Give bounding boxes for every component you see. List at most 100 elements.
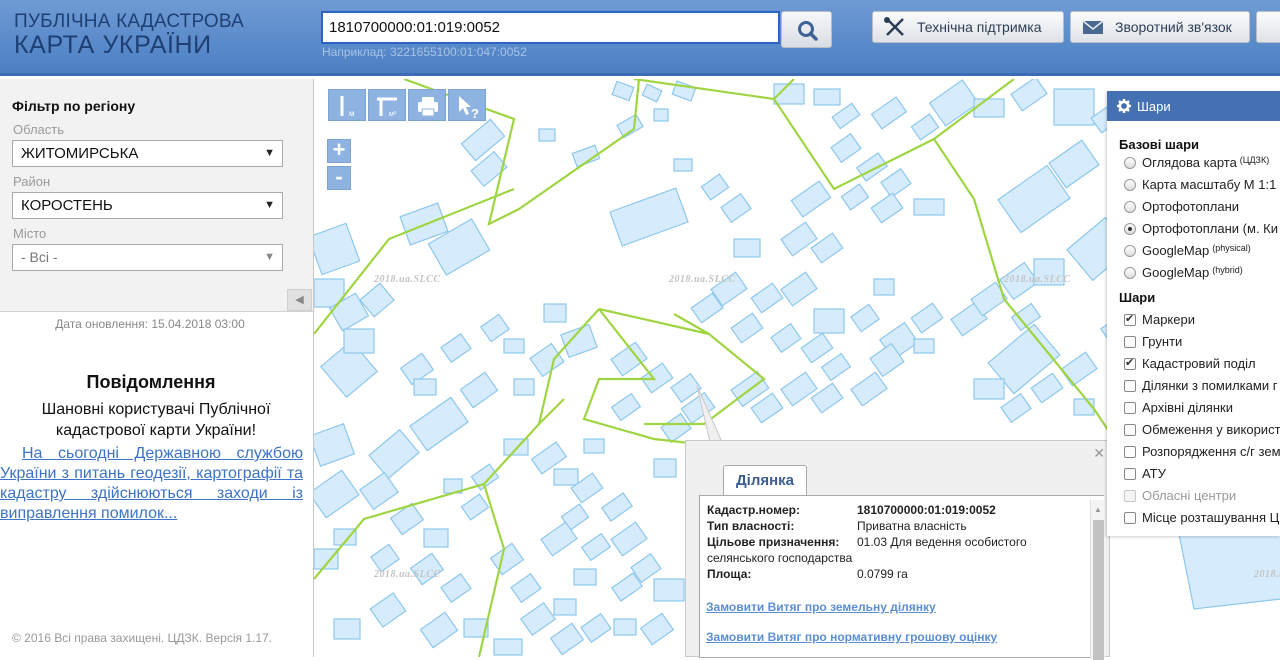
search-icon: [798, 21, 818, 41]
overlay-layer-label: Ділянки з помилками г: [1142, 378, 1278, 393]
base-layer-label: GoogleMap: [1142, 243, 1210, 258]
map-toolbar: м м² ?: [328, 89, 488, 121]
zoom-in-button[interactable]: +: [327, 139, 351, 163]
overlay-layers-title: Шари: [1119, 290, 1156, 305]
checkbox[interactable]: [1124, 356, 1136, 370]
area-value: 0.0799 га: [857, 567, 908, 581]
printer-icon: [418, 97, 438, 117]
checkbox[interactable]: [1124, 401, 1136, 414]
logo-line1: ПУБЛІЧНА КАДАСТРОВА: [14, 11, 245, 32]
checkbox[interactable]: [1124, 379, 1136, 392]
checkbox[interactable]: [1124, 445, 1136, 458]
base-layer-option[interactable]: Карта масштабу М 1:1: [1124, 177, 1276, 192]
base-layer-sup: (physical): [1212, 242, 1251, 253]
overlay-layer-label: Кадастровий поділ: [1142, 356, 1256, 371]
base-layer-option[interactable]: GoogleMap (physical): [1124, 243, 1251, 258]
ownership-value: Приватна власність: [857, 519, 967, 533]
misto-value: - Всі -: [21, 249, 58, 265]
notice-subtitle: Шановні користувачі Публічної кадастрово…: [41, 401, 271, 439]
popup-pointer: [696, 385, 723, 443]
checkbox[interactable]: [1124, 312, 1136, 326]
base-layer-label: GoogleMap: [1142, 265, 1210, 280]
purpose-value-cont: селянського господарства: [707, 551, 853, 565]
overlay-layer-option[interactable]: Місце розташування Ц: [1124, 510, 1279, 525]
map-watermark: 2018.ua.SLCC: [1254, 569, 1280, 580]
overlay-layer-option[interactable]: АТУ: [1124, 466, 1166, 481]
overlay-layer-option[interactable]: Кадастровий поділ: [1124, 356, 1256, 371]
cadnum-label: Кадастр.номер:: [707, 503, 800, 517]
cadnum-value: 1810700000:01:019:0052: [857, 503, 996, 517]
collapse-panel-button[interactable]: ◀: [287, 289, 312, 311]
radio-button[interactable]: [1124, 244, 1136, 257]
notice-link[interactable]: На сьогодні Державною службою України з …: [0, 444, 303, 524]
header-extra-button[interactable]: [1256, 11, 1280, 43]
overlay-layer-option[interactable]: Розпорядження с/г зем: [1124, 444, 1280, 459]
oblast-select[interactable]: ЖИТОМИРСЬКА ▼: [12, 140, 283, 167]
radio-button[interactable]: [1124, 156, 1136, 169]
checkbox[interactable]: [1124, 423, 1136, 436]
overlay-layer-label: Грунти: [1142, 334, 1183, 349]
radio-button[interactable]: [1124, 222, 1136, 235]
base-layer-option[interactable]: Ортофотоплани (м. Ки: [1124, 221, 1278, 236]
support-button[interactable]: Технічна підтримка: [872, 11, 1064, 43]
search-hint: Наприклад: 3221655100:01:047:0052: [322, 45, 527, 59]
layers-panel: Шари Базові шари Оглядова карта (ЦДЗК) Кар…: [1107, 91, 1280, 536]
base-layer-option[interactable]: Ортофотоплани: [1124, 199, 1239, 214]
header: ПУБЛІЧНА КАДАСТРОВА КАРТА УКРАЇНИ Наприк…: [0, 0, 1280, 76]
order-valuation-link[interactable]: Замовити Витяг про нормативну грошову оц…: [706, 630, 997, 644]
overlay-layer-option[interactable]: Грунти: [1124, 334, 1182, 349]
close-icon[interactable]: ✕: [1093, 445, 1105, 462]
ownership-label: Тип власності:: [707, 519, 795, 533]
region-filter: Фільтр по регіону Область ЖИТОМИРСЬКА ▼ …: [0, 79, 313, 312]
rayon-select[interactable]: КОРОСТЕНЬ ▼: [12, 192, 283, 219]
area-label: Площа:: [707, 567, 752, 581]
checkbox[interactable]: [1124, 511, 1136, 524]
scroll-up-icon[interactable]: ▲: [1094, 505, 1102, 514]
identify-button[interactable]: ?: [448, 89, 486, 121]
tab-parcel[interactable]: Ділянка: [723, 465, 807, 496]
base-layer-option[interactable]: GoogleMap (hybrid): [1124, 265, 1243, 280]
misto-select[interactable]: - Всі - ▼: [12, 244, 283, 271]
overlay-layer-option[interactable]: Архівні ділянки: [1124, 400, 1233, 415]
overlay-layer-option[interactable]: Обмеження у використ: [1124, 422, 1280, 437]
logo[interactable]: ПУБЛІЧНА КАДАСТРОВА КАРТА УКРАЇНИ: [14, 12, 244, 58]
map-watermark: 2018.ua.SLCC: [374, 569, 441, 580]
print-button[interactable]: [408, 89, 446, 121]
layers-header[interactable]: Шари: [1107, 91, 1280, 121]
scroll-thumb[interactable]: [1093, 520, 1104, 660]
dropdown-arrow-icon: ▼: [264, 147, 275, 159]
checkbox[interactable]: [1124, 467, 1136, 480]
search-input[interactable]: [321, 11, 780, 44]
copyright: © 2016 Всі права захищені. ЦДЗК. Версія …: [12, 631, 273, 645]
filter-title: Фільтр по регіону: [12, 98, 136, 114]
base-layer-option[interactable]: Оглядова карта (ЦДЗК): [1124, 155, 1269, 170]
overlay-layer-option[interactable]: Ділянки з помилками г: [1124, 378, 1277, 393]
notice-title: Повідомлення: [86, 372, 216, 392]
overlay-layer-label: Маркери: [1142, 312, 1195, 327]
overlay-layer-option[interactable]: Маркери: [1124, 312, 1195, 327]
feedback-label: Зворотний зв'язок: [1115, 19, 1232, 35]
area-ruler-icon: м²: [377, 97, 397, 118]
base-layers-title: Базові шари: [1119, 137, 1200, 152]
measure-area-button[interactable]: м²: [368, 89, 406, 121]
purpose-label: Цільове призначення:: [707, 535, 840, 549]
overlay-layer-label: Розпорядження с/г зем: [1142, 444, 1280, 459]
oblast-label: Область: [13, 122, 65, 137]
search-button[interactable]: [781, 11, 832, 48]
purpose-value: 01.03 Для ведення особистого: [857, 535, 1027, 549]
base-layer-sup: (ЦДЗК): [1239, 154, 1270, 165]
radio-button[interactable]: [1124, 178, 1136, 191]
map-watermark: 2018.ua.SLCC: [374, 274, 441, 285]
checkbox[interactable]: [1124, 335, 1136, 348]
popup-scrollbar[interactable]: ▲: [1090, 500, 1105, 660]
update-date: Дата оновлення: 15.04.2018 03:00: [55, 317, 245, 331]
map-watermark: 2018.ua.SLCC: [1004, 274, 1071, 285]
zoom-out-button[interactable]: -: [327, 166, 351, 190]
map-watermark: 2018.ua.SLCC: [669, 274, 736, 285]
measure-distance-button[interactable]: м: [328, 89, 366, 121]
radio-button[interactable]: [1124, 200, 1136, 213]
radio-button[interactable]: [1124, 266, 1136, 279]
cursor-question-icon: ?: [459, 96, 479, 121]
order-extract-link[interactable]: Замовити Витяг про земельну ділянку: [706, 600, 936, 614]
feedback-button[interactable]: Зворотний зв'язок: [1070, 11, 1250, 43]
